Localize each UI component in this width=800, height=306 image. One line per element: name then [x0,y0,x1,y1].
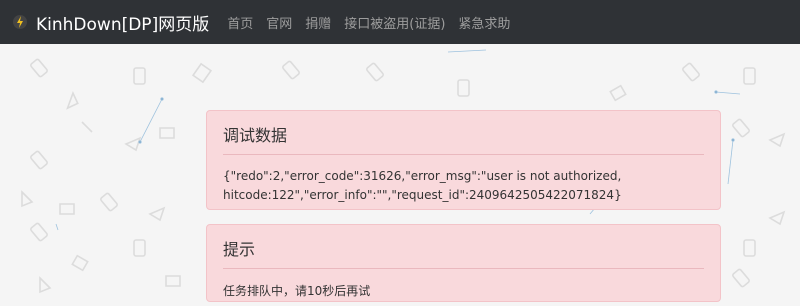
nav-links: 首页 官网 捐赠 接口被盗用(证据) 紧急求助 [227,0,523,44]
nav-link-api-abuse-evidence[interactable]: 接口被盗用(证据) [344,13,445,32]
debug-data-panel: 调试数据 {"redo":2,"error_code":31626,"error… [206,110,721,210]
debug-panel-title: 调试数据 [223,111,704,155]
brand-title: KinhDown[DP]网页版 [36,14,210,35]
tip-panel: 提示 任务排队中，请10秒后再试 [206,224,721,302]
nav-link-official-site[interactable]: 官网 [266,13,292,32]
tip-panel-body: 任务排队中，请10秒后再试 [223,284,371,298]
top-navbar: KinhDown[DP]网页版 首页 官网 捐赠 接口被盗用(证据) 紧急求助 [0,0,800,44]
nav-link-emergency-help[interactable]: 紧急求助 [458,13,510,32]
nav-link-donate[interactable]: 捐赠 [305,13,331,32]
tip-panel-title: 提示 [223,225,704,269]
nav-link-home[interactable]: 首页 [227,13,253,32]
debug-panel-body: {"redo":2,"error_code":31626,"error_msg"… [223,169,622,202]
brand-link[interactable]: KinhDown[DP]网页版 [0,0,227,44]
lightning-logo-icon [12,14,28,30]
